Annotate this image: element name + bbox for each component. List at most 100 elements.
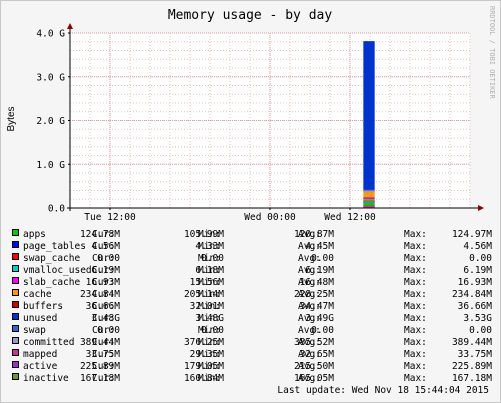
legend-avg-value: 215.50M [293,361,334,372]
legend-row-slab_cache: slab_cache Cur: 16.93M Min: 15.56M Avg: 16.48M… [12,277,492,289]
legend-row-apps: apps Cur: 124.78M Min: 105.99M Avg: 120.87M Max… [12,229,492,241]
legend-series-name: swap [23,325,46,336]
legend-max-value: 33.75M [457,349,492,360]
legend-cur-value: 6.19M [91,265,120,276]
legend-row-vmalloc_used: vmalloc_used Cur: 6.19M Min: 6.18M Avg: 6.19M M… [12,265,492,277]
x-tick-label: Tue 12:00 [84,212,136,223]
legend-max-label: Max: [404,265,427,276]
legend-max-label: Max: [404,289,427,300]
legend-swatch [12,229,19,236]
grid-lines [69,32,471,209]
last-update-text: Last update: Wed Nov 18 15:44:04 2015 [277,385,489,396]
legend-cur-value: 0.00 [97,325,120,336]
legend-max-label: Max: [404,325,427,336]
legend-swatch [12,361,19,368]
legend-cur-value: 36.66M [85,301,120,312]
legend-cur-value: 225.89M [79,361,120,372]
legend-cur-value: 33.75M [85,349,120,360]
legend-avg-value: 0.00 [311,253,334,264]
legend-swatch [12,337,19,344]
legend-swatch [12,253,19,260]
legend-cur-value: 4.56M [91,241,120,252]
legend-series-name: slab_cache [23,277,81,288]
legend-max-label: Max: [404,277,427,288]
legend-max-label: Max: [404,313,427,324]
legend-row-swap_cache: swap_cache Cur: 0.00 Min: 0.00 Avg: 0.00 Max: 0.… [12,253,492,265]
legend-min-value: 105.99M [183,229,224,240]
legend-row-swap: swap Cur: 0.00 Min: 0.00 Avg: 0.00 Max: 0.00 [12,325,492,337]
legend-max-label: Max: [404,361,427,372]
series-unused [363,41,375,190]
legend-swatch [12,325,19,332]
legend-avg-value: 0.00 [311,325,334,336]
legend-cur-value: 3.48G [91,313,120,324]
y-tick-label: 1.0 G [36,160,65,171]
legend-swatch [12,373,19,380]
legend-swatch [12,241,19,248]
legend-max-value: 389.44M [451,337,492,348]
y-tick-label: 3.0 G [36,72,65,83]
legend-max-value: 124.97M [451,229,492,240]
legend-avg-value: 228.25M [293,289,334,300]
legend-max-value: 167.18M [451,373,492,384]
legend-max-label: Max: [404,373,427,384]
legend-series-name: page_tables [23,241,86,252]
legend-row-unused: unused Cur: 3.48G Min: 3.48G Avg: 3.49G Max: 3.5… [12,313,492,325]
legend-series-name: committed [23,337,75,348]
series-layer [363,41,375,208]
legend-swatch [12,313,19,320]
legend-avg-value: 34.47M [299,301,334,312]
y-tick-label: 2.0 G [36,116,65,127]
legend-cur-value: 0.00 [97,253,120,264]
legend-max-label: Max: [404,349,427,360]
legend-row-buffers: buffers Cur: 36.66M Min: 32.01M Avg: 34.47M Max… [12,301,492,313]
legend-min-value: 15.56M [189,277,224,288]
legend-max-value: 16.93M [457,277,492,288]
legend-max-value: 0.00 [469,253,492,264]
legend-cur-value: 234.84M [79,289,120,300]
legend-max-value: 6.19M [463,265,492,276]
legend-max-value: 4.56M [463,241,492,252]
legend-row-committed: committed Cur: 389.44M Min: 376.25M Avg: 385.5… [12,337,492,349]
legend-max-label: Max: [404,337,427,348]
legend: apps Cur: 124.78M Min: 105.99M Avg: 120.87M Max… [12,229,492,385]
x-axis-arrow [478,205,484,211]
legend-max-value: 3.53G [463,313,492,324]
x-tick-label: Wed 12:00 [324,212,376,223]
legend-row-page_tables: page_tables Cur: 4.56M Min: 4.33M Avg: 4.45M Ma… [12,241,492,253]
y-tick-label: 0.0 [48,204,65,215]
legend-avg-value: 32.65M [299,349,334,360]
legend-avg-value: 6.19M [305,265,334,276]
legend-avg-value: 385.52M [293,337,334,348]
legend-max-label: Max: [404,229,427,240]
legend-row-inactive: inactive Cur: 167.18M Min: 160.84M Avg: 165.05… [12,373,492,385]
legend-min-value: 0.00 [201,253,224,264]
legend-max-value: 225.89M [451,361,492,372]
legend-swatch [12,289,19,296]
legend-min-value: 160.84M [183,373,224,384]
legend-avg-value: 165.05M [293,373,334,384]
legend-max-label: Max: [404,241,427,252]
legend-min-value: 29.35M [189,349,224,360]
legend-series-name: swap_cache [23,253,81,264]
x-tick-label: Wed 00:00 [244,212,296,223]
y-axis-arrow [67,23,73,29]
legend-min-value: 0.00 [201,325,224,336]
legend-max-value: 234.84M [451,289,492,300]
legend-min-value: 179.05M [183,361,224,372]
legend-series-name: unused [23,313,58,324]
legend-cur-value: 389.44M [79,337,120,348]
legend-max-label: Max: [404,301,427,312]
legend-row-mapped: mapped Cur: 33.75M Min: 29.35M Avg: 32.65M Max:… [12,349,492,361]
legend-swatch [12,277,19,284]
legend-min-value: 3.48G [195,313,224,324]
legend-series-name: active [23,361,58,372]
legend-min-value: 376.25M [183,337,224,348]
legend-min-value: 4.33M [195,241,224,252]
legend-avg-value: 4.45M [305,241,334,252]
legend-swatch [12,349,19,356]
legend-cur-value: 124.78M [79,229,120,240]
legend-max-label: Max: [404,253,427,264]
legend-avg-value: 3.49G [305,313,334,324]
legend-avg-value: 16.48M [299,277,334,288]
